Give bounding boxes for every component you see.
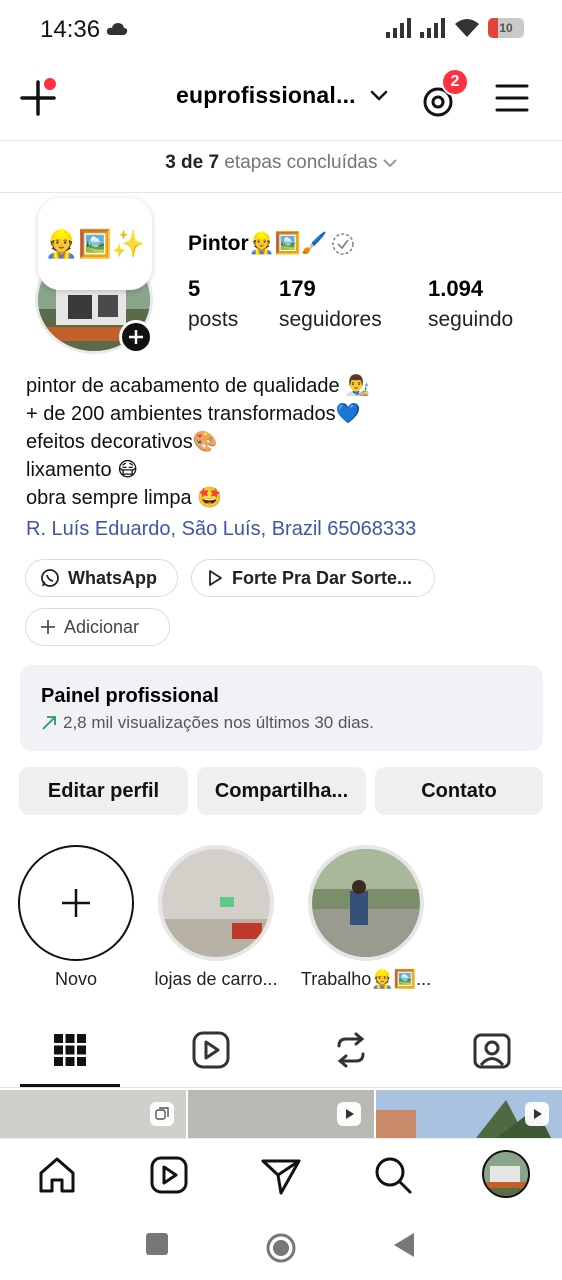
display-name-row: Pintor👷🖼️🖌️: [188, 232, 355, 256]
bio-line: pintor de acabamento de qualidade 👨‍🎨: [26, 375, 371, 397]
dashboard-title: Painel profissional: [41, 685, 219, 707]
stat-label: seguidores: [279, 308, 382, 331]
battery-icon: 10: [488, 18, 524, 38]
direct-message-icon[interactable]: [259, 1153, 303, 1197]
posts-grid: [0, 1090, 562, 1138]
plus-icon: [41, 620, 55, 634]
contact-button[interactable]: Contato: [375, 767, 543, 815]
whatsapp-chip[interactable]: WhatsApp: [25, 559, 178, 597]
signal-icon: [420, 18, 445, 38]
music-chip[interactable]: Forte Pra Dar Sorte...: [191, 559, 435, 597]
whatsapp-label: WhatsApp: [68, 567, 157, 588]
content-tabs: [0, 1020, 562, 1088]
plus-icon: [62, 889, 90, 917]
trend-up-icon: [42, 716, 56, 730]
dashboard-subtitle: 2,8 mil visualizações nos últimos 30 dia…: [63, 713, 374, 732]
signal-icon: [386, 18, 411, 38]
grid-icon[interactable]: [50, 1030, 90, 1070]
whatsapp-icon: [41, 569, 59, 587]
bio-line: lixamento 😷: [26, 459, 139, 481]
display-name: Pintor👷🖼️🖌️: [188, 232, 328, 255]
add-label: Adicionar: [64, 616, 140, 637]
highlight-label: Trabalho👷🖼️...: [300, 969, 432, 989]
highlight-item[interactable]: lojas de carro...: [150, 845, 282, 990]
bio-line: obra sempre limpa 🤩: [26, 487, 223, 509]
steps-done: 3 de 7: [165, 152, 220, 173]
reels-icon[interactable]: [147, 1153, 191, 1197]
divider: [0, 192, 562, 193]
stat-value: 1.094: [428, 276, 484, 301]
post-thumbnail[interactable]: [376, 1090, 562, 1138]
share-profile-button[interactable]: Compartilha...: [197, 767, 366, 815]
stat-label: posts: [188, 308, 239, 331]
add-story-button[interactable]: [119, 320, 153, 354]
cloud-icon: [106, 23, 128, 35]
divider: [0, 140, 562, 141]
highlight-label: Novo: [54, 969, 98, 989]
threads-badge: 2: [441, 68, 469, 96]
reels-icon[interactable]: [191, 1030, 231, 1070]
stat-followers[interactable]: 179 seguidores: [279, 276, 382, 332]
dashboard-subtitle-row: 2,8 mil visualizações nos últimos 30 dia…: [41, 713, 374, 733]
chevron-down-icon: [370, 90, 388, 101]
post-thumbnail[interactable]: [0, 1090, 186, 1138]
reel-badge-icon: [525, 1102, 549, 1126]
stat-following[interactable]: 1.094 seguindo: [428, 276, 513, 332]
bio-line: efeitos decorativos🎨: [26, 431, 218, 453]
highlight-item[interactable]: Trabalho👷🖼️...: [296, 845, 436, 990]
steps-rest: etapas concluídas: [224, 152, 378, 173]
add-link-chip[interactable]: Adicionar: [25, 608, 170, 646]
play-icon: [209, 570, 222, 586]
back-icon[interactable]: [392, 1232, 416, 1258]
bio: pintor de acabamento de qualidade 👨‍🎨 + …: [26, 372, 370, 512]
chevron-down-icon: [383, 159, 397, 168]
bottom-navigation: [0, 1138, 562, 1210]
home-icon[interactable]: [35, 1153, 79, 1197]
edit-profile-button[interactable]: Editar perfil: [19, 767, 188, 815]
home-button-icon[interactable]: [265, 1232, 297, 1264]
account-switcher[interactable]: euprofissional...: [176, 82, 388, 109]
system-navigation: [0, 1210, 562, 1280]
profile-note[interactable]: 👷🖼️✨: [38, 198, 152, 290]
profile-header: euprofissional... 2: [0, 62, 562, 142]
recents-icon[interactable]: [145, 1232, 169, 1256]
bio-line: + de 200 ambientes transformados💙: [26, 403, 361, 425]
search-icon[interactable]: [371, 1153, 415, 1197]
professional-dashboard[interactable]: Painel profissional 2,8 mil visualizaçõe…: [20, 665, 543, 751]
divider: [0, 1087, 562, 1088]
status-bar: 14:36 10: [0, 0, 562, 62]
menu-icon[interactable]: [494, 80, 530, 116]
tagged-icon[interactable]: [472, 1030, 512, 1070]
highlight-label: lojas de carro...: [154, 969, 278, 989]
stat-value: 179: [279, 276, 316, 301]
plus-icon: [129, 330, 143, 344]
reposts-icon[interactable]: [331, 1030, 371, 1070]
username: euprofissional...: [176, 82, 356, 108]
reel-badge-icon: [337, 1102, 361, 1126]
address-link[interactable]: R. Luís Eduardo, São Luís, Brazil 650683…: [26, 518, 416, 541]
highlight-new[interactable]: Novo: [16, 845, 136, 990]
profile-avatar-tab[interactable]: [482, 1150, 530, 1198]
status-time: 14:36: [40, 16, 101, 43]
highlight-cover: [158, 845, 274, 961]
music-label: Forte Pra Dar Sorte...: [232, 567, 413, 588]
notification-dot: [44, 78, 56, 90]
highlight-new-circle: [18, 845, 134, 961]
status-indicators: 10: [386, 18, 524, 38]
highlight-cover: [308, 845, 424, 961]
stat-value: 5: [188, 276, 201, 301]
carousel-icon: [150, 1102, 174, 1126]
verified-pending-icon: [332, 233, 354, 255]
post-thumbnail[interactable]: [188, 1090, 374, 1138]
stat-posts[interactable]: 5 posts: [188, 276, 238, 332]
stat-label: seguindo: [428, 308, 514, 331]
battery-level: 10: [499, 21, 513, 35]
wifi-icon: [455, 19, 479, 37]
setup-steps[interactable]: 3 de 7 etapas concluídas: [0, 152, 562, 174]
